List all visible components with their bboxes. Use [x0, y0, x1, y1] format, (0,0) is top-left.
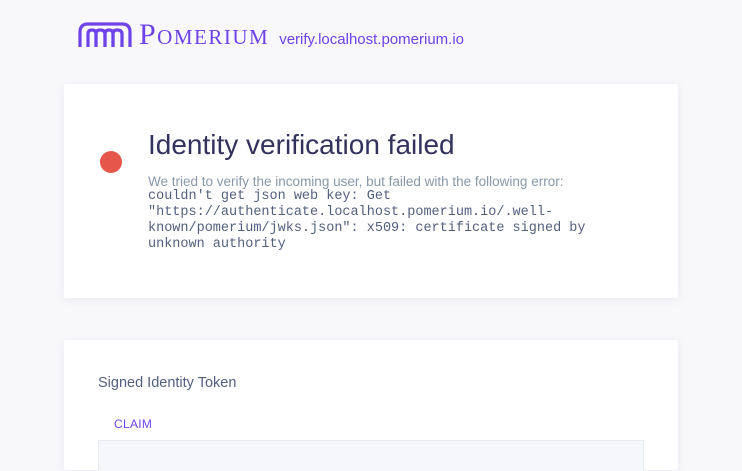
- error-card: Identity verification failed We tried to…: [64, 84, 678, 298]
- claim-column-header: CLAIM: [114, 417, 153, 431]
- table-row: [98, 440, 644, 471]
- token-card: Signed Identity Token CLAIM: [64, 340, 678, 471]
- error-line: couldn't get json web key: Get: [148, 189, 392, 204]
- error-description: We tried to verify the incoming user, bu…: [148, 174, 564, 189]
- error-message: couldn't get json web key: Get "https://…: [148, 189, 618, 253]
- logo-wordmark: Pomerium: [139, 18, 270, 51]
- error-line: known/pomerium/jwks.json": x509: certifi…: [148, 221, 586, 236]
- error-line: unknown authority: [148, 237, 286, 252]
- header: Pomerium verify.localhost.pomerium.io: [78, 18, 464, 51]
- pomerium-logo[interactable]: Pomerium: [78, 18, 270, 51]
- error-status-icon: [100, 151, 122, 173]
- page-title: Identity verification failed: [148, 129, 455, 160]
- error-line: "https://authenticate.localhost.pomerium…: [148, 205, 554, 220]
- domain-label: verify.localhost.pomerium.io: [279, 31, 464, 48]
- token-section-title: Signed Identity Token: [98, 375, 237, 391]
- pomerium-logo-icon: [78, 22, 132, 47]
